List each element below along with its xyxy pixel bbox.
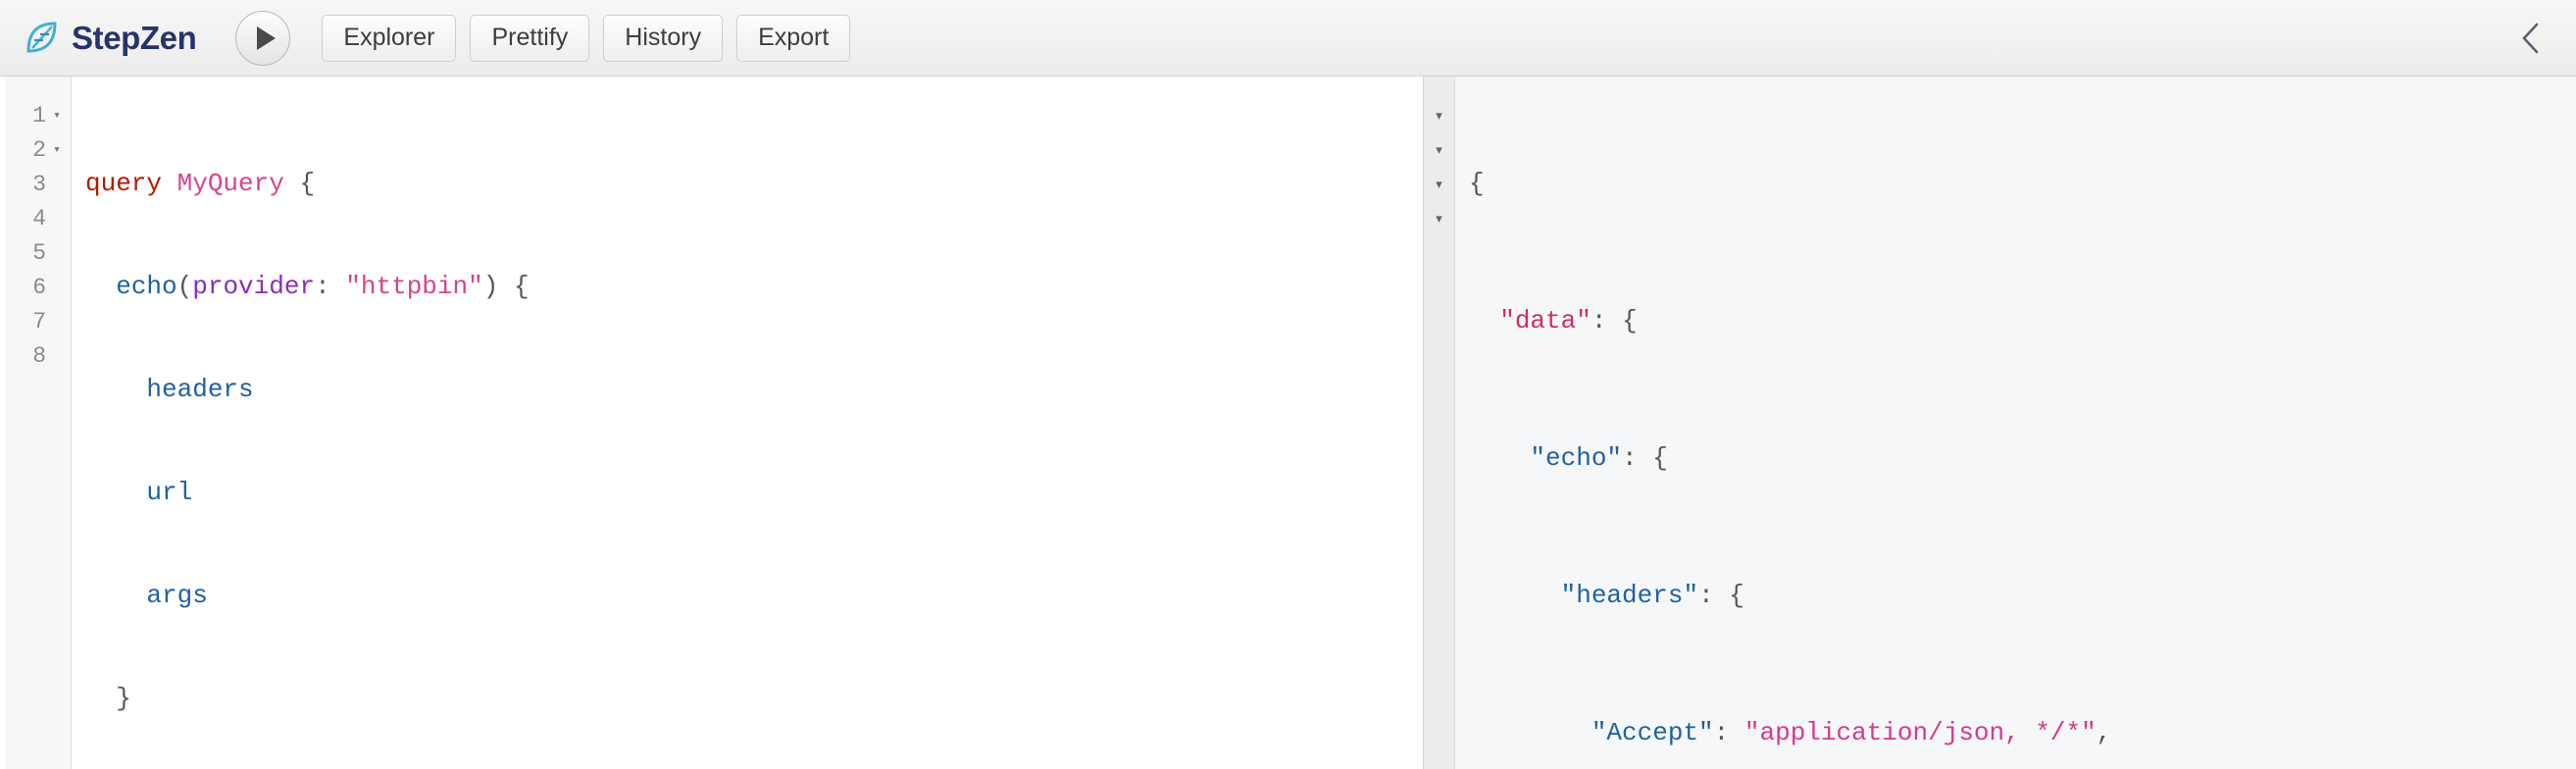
query-line-3: headers bbox=[85, 373, 1423, 407]
result-line-2: "data": { bbox=[1469, 304, 2576, 338]
query-editor-pane[interactable]: 1 ▾ 2 ▾ 3 4 5 6 7 8 query MyQuery {echo… bbox=[0, 77, 1424, 769]
token-argument-value: "httpbin" bbox=[345, 272, 483, 301]
json-brace: { bbox=[1652, 443, 1668, 473]
token-keyword: query bbox=[85, 169, 163, 198]
line-number-row: 6 bbox=[5, 270, 71, 304]
query-line-5: args bbox=[85, 579, 1423, 613]
result-fold-toggle-icon[interactable]: ▾ bbox=[1424, 98, 1454, 132]
result-fold-toggle-icon[interactable]: ▾ bbox=[1424, 201, 1454, 235]
prettify-button[interactable]: Prettify bbox=[470, 14, 590, 62]
result-viewer-pane[interactable]: ▾ ▾ ▾ ▾ { "data": { "echo": { "headers":… bbox=[1424, 77, 2576, 769]
token-selection-headers: headers bbox=[146, 375, 254, 404]
editor-panes: 1 ▾ 2 ▾ 3 4 5 6 7 8 query MyQuery {echo… bbox=[0, 77, 2576, 769]
query-line-1: query MyQuery { bbox=[85, 167, 1423, 201]
json-key-accept: "Accept" bbox=[1591, 718, 1714, 747]
json-key-data: "data" bbox=[1499, 306, 1591, 335]
token-brace-open: { bbox=[299, 169, 316, 198]
line-number: 6 bbox=[32, 274, 46, 300]
query-line-number-gutter: 1 ▾ 2 ▾ 3 4 5 6 7 8 bbox=[5, 77, 72, 769]
json-colon: : bbox=[1591, 306, 1607, 335]
line-number: 3 bbox=[32, 171, 46, 197]
line-number-row: 3 bbox=[5, 167, 71, 201]
result-fold-gutter: ▾ ▾ ▾ ▾ bbox=[1424, 77, 1455, 769]
line-number: 8 bbox=[32, 342, 46, 369]
line-number-row: 1 ▾ bbox=[5, 98, 71, 132]
line-number: 5 bbox=[32, 239, 46, 266]
token-colon: : bbox=[315, 272, 330, 301]
json-value-accept: "application/json, */*" bbox=[1743, 718, 2096, 747]
collapse-panel-button[interactable] bbox=[2511, 19, 2551, 58]
query-code-area[interactable]: query MyQuery { echo(provider: "httpbin"… bbox=[72, 77, 1423, 769]
token-paren-close: ) bbox=[482, 272, 499, 301]
json-colon: : bbox=[1622, 443, 1638, 473]
brand-name: StepZen bbox=[72, 19, 197, 56]
execute-query-button[interactable] bbox=[235, 10, 291, 66]
chevron-left-icon bbox=[2522, 23, 2539, 53]
result-fold-toggle-icon[interactable]: ▾ bbox=[1424, 167, 1454, 201]
play-triangle-icon bbox=[256, 26, 276, 50]
json-brace: { bbox=[1469, 169, 1485, 198]
result-line-3: "echo": { bbox=[1469, 441, 2576, 476]
result-line-5: "Accept": "application/json, */*", bbox=[1469, 716, 2576, 750]
token-brace-close: } bbox=[116, 684, 131, 713]
query-line-6: } bbox=[85, 682, 1423, 716]
json-brace: { bbox=[1622, 306, 1638, 335]
fold-toggle-icon[interactable]: ▾ bbox=[49, 142, 65, 157]
json-colon: : bbox=[1698, 581, 1714, 610]
query-line-2: echo(provider: "httpbin") { bbox=[85, 270, 1423, 304]
token-brace-open: { bbox=[513, 272, 530, 301]
toolbar: StepZen Explorer Prettify History Export bbox=[0, 0, 2576, 77]
token-field-echo: echo bbox=[116, 272, 177, 301]
line-number: 2 bbox=[32, 136, 46, 163]
line-number-row: 4 bbox=[5, 201, 71, 235]
token-argument: provider bbox=[192, 272, 316, 301]
stepzen-leaf-logo-icon bbox=[26, 21, 57, 53]
token-operation-name: MyQuery bbox=[177, 169, 284, 198]
result-fold-toggle-icon[interactable]: ▾ bbox=[1424, 132, 1454, 167]
line-number-row: 8 bbox=[5, 338, 71, 373]
toolbar-button-group: Explorer Prettify History Export bbox=[322, 14, 851, 62]
token-selection-args: args bbox=[146, 581, 208, 610]
result-line-1: { bbox=[1469, 167, 2576, 201]
line-number: 1 bbox=[32, 102, 46, 128]
line-number-row: 5 bbox=[5, 235, 71, 270]
explorer-button[interactable]: Explorer bbox=[322, 14, 457, 62]
query-line-4: url bbox=[85, 476, 1423, 510]
json-colon: : bbox=[1713, 718, 1730, 747]
line-number-row: 2 ▾ bbox=[5, 132, 71, 167]
brand: StepZen bbox=[22, 19, 197, 58]
export-button[interactable]: Export bbox=[736, 14, 851, 62]
result-line-4: "headers": { bbox=[1469, 579, 2576, 613]
fold-toggle-icon[interactable]: ▾ bbox=[49, 108, 65, 123]
line-number: 4 bbox=[32, 205, 46, 231]
graphiql-app: StepZen Explorer Prettify History Export… bbox=[0, 0, 2576, 769]
json-key-echo: "echo" bbox=[1530, 443, 1623, 473]
result-json-area[interactable]: { "data": { "echo": { "headers": { "Acce… bbox=[1455, 77, 2576, 769]
json-comma: , bbox=[2096, 718, 2112, 747]
token-paren-open: ( bbox=[177, 272, 193, 301]
line-number-row: 7 bbox=[5, 304, 71, 338]
token-selection-url: url bbox=[146, 478, 193, 507]
line-number: 7 bbox=[32, 308, 46, 334]
json-key-headers: "headers" bbox=[1560, 581, 1699, 610]
history-button[interactable]: History bbox=[603, 14, 724, 62]
json-brace: { bbox=[1729, 581, 1744, 610]
